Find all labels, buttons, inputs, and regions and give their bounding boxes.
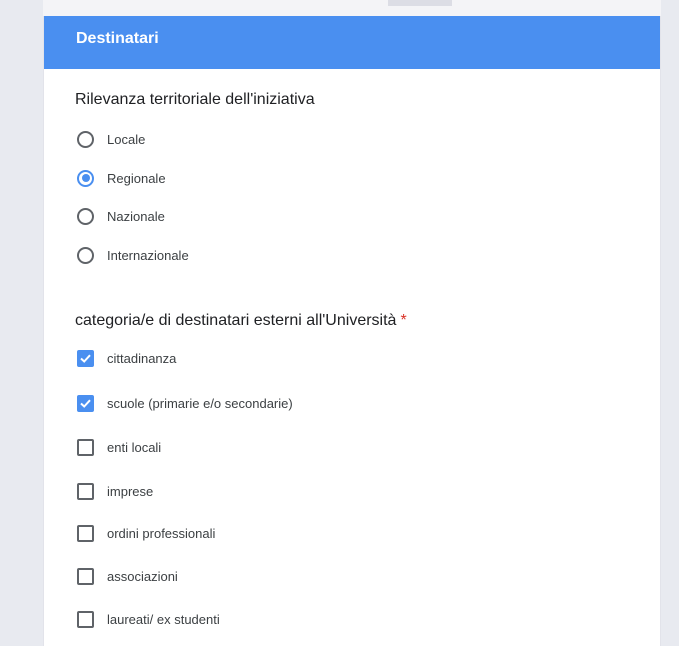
previous-card-tab bbox=[388, 0, 452, 6]
checkbox-icon[interactable] bbox=[77, 610, 94, 628]
checkbox-icon[interactable] bbox=[77, 438, 94, 456]
required-asterisk: * bbox=[400, 312, 407, 329]
radio-dot-icon bbox=[81, 174, 90, 182]
section-title: Destinatari bbox=[76, 30, 159, 47]
question-title-text: Rilevanza territoriale dell'iniziativa bbox=[75, 91, 315, 108]
checkbox-option-imprese[interactable]: imprese bbox=[77, 481, 153, 501]
checkmark-icon bbox=[80, 354, 91, 363]
radio-button-icon[interactable] bbox=[77, 246, 94, 264]
checkmark-icon bbox=[80, 399, 91, 408]
radio-option-internazionale[interactable]: Internazionale bbox=[77, 245, 189, 265]
checkbox-icon[interactable] bbox=[77, 524, 94, 542]
checkbox-checked-icon[interactable] bbox=[77, 394, 94, 412]
option-label: Regionale bbox=[107, 170, 166, 186]
question-territorial-relevance-title: Rilevanza territoriale dell'iniziativa bbox=[75, 91, 315, 109]
checkbox-option-laureati[interactable]: laureati/ ex studenti bbox=[77, 609, 220, 629]
previous-card-edge bbox=[43, 0, 661, 16]
option-label: enti locali bbox=[107, 439, 162, 455]
checkbox-option-cittadinanza[interactable]: cittadinanza bbox=[77, 348, 176, 368]
option-label: Nazionale bbox=[107, 208, 165, 224]
checkbox-option-scuole[interactable]: scuole (primarie e/o secondarie) bbox=[77, 393, 293, 413]
checkbox-option-ordini-professionali[interactable]: ordini professionali bbox=[77, 523, 215, 543]
radio-button-icon[interactable] bbox=[77, 207, 94, 225]
radio-option-locale[interactable]: Locale bbox=[77, 129, 145, 149]
question-title-text: categoria/e di destinatari esterni all'U… bbox=[75, 312, 397, 329]
option-label: imprese bbox=[107, 483, 154, 499]
radio-option-nazionale[interactable]: Nazionale bbox=[77, 206, 165, 226]
radio-option-regionale[interactable]: Regionale bbox=[77, 168, 166, 188]
radio-button-icon[interactable] bbox=[77, 130, 94, 148]
checkbox-icon[interactable] bbox=[77, 567, 94, 585]
option-label: ordini professionali bbox=[107, 525, 216, 541]
checkbox-icon[interactable] bbox=[77, 482, 94, 500]
option-label: cittadinanza bbox=[107, 350, 177, 366]
checkbox-checked-icon[interactable] bbox=[77, 349, 94, 367]
section-header: Destinatari bbox=[44, 16, 660, 69]
option-label: Internazionale bbox=[107, 247, 189, 263]
form-section-card: Destinatari Rilevanza territoriale dell'… bbox=[43, 16, 661, 646]
question-recipient-categories-title: categoria/e di destinatari esterni all'U… bbox=[75, 312, 407, 330]
option-label: scuole (primarie e/o secondarie) bbox=[107, 395, 293, 411]
option-label: associazioni bbox=[107, 568, 178, 584]
checkbox-option-enti-locali[interactable]: enti locali bbox=[77, 437, 161, 457]
option-label: Locale bbox=[107, 131, 146, 147]
option-label: laureati/ ex studenti bbox=[107, 611, 220, 627]
radio-button-selected-icon[interactable] bbox=[77, 169, 94, 187]
checkbox-option-associazioni[interactable]: associazioni bbox=[77, 566, 178, 586]
